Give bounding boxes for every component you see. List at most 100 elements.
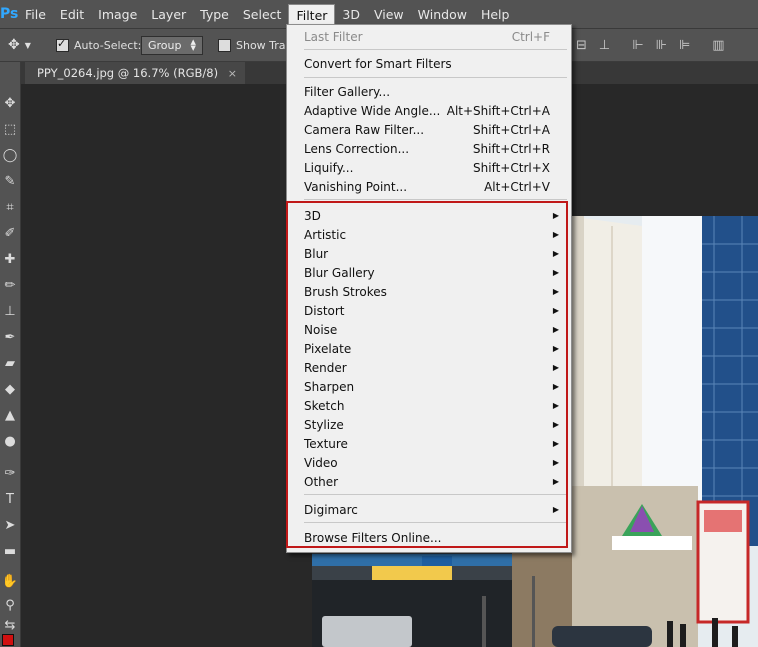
auto-select-label: Auto-Select: — [74, 38, 142, 52]
auto-select-checkbox[interactable]: Auto-Select: — [56, 29, 141, 61]
eyedropper-tool-icon[interactable]: ✐ — [0, 222, 20, 244]
submenu-video[interactable]: Video ▶ — [287, 453, 569, 472]
distribute-horizontal-icon[interactable]: ⊪ — [656, 38, 667, 53]
menu-separator — [304, 77, 567, 78]
auto-align-icon[interactable]: ▥ — [712, 38, 724, 53]
filter-menu: Last Filter Ctrl+F Convert for Smart Fil… — [286, 24, 572, 553]
menu-separator — [304, 49, 567, 50]
submenu-arrow-icon: ▶ — [552, 306, 559, 315]
marquee-tool-icon[interactable]: ⬚ — [0, 118, 20, 140]
submenu-pixelate[interactable]: Pixelate ▶ — [287, 339, 569, 358]
submenu-arrow-icon: ▶ — [552, 458, 559, 467]
menu-separator — [304, 199, 567, 200]
clone-stamp-tool-icon[interactable]: ⊥ — [0, 300, 20, 322]
menu-item-camera-raw-filter[interactable]: Camera Raw Filter... Shift+Ctrl+A — [287, 120, 569, 139]
menu-item-lens-correction[interactable]: Lens Correction... Shift+Ctrl+R — [287, 139, 569, 158]
hand-tool-icon[interactable]: ✋ — [0, 570, 20, 592]
menu-help[interactable]: Help — [474, 3, 517, 25]
move-tool-icon[interactable]: ✥ — [0, 92, 20, 114]
menu-separator — [304, 522, 567, 523]
menu-file[interactable]: File — [18, 3, 53, 25]
submenu-arrow-icon: ▶ — [552, 382, 559, 391]
submenu-stylize[interactable]: Stylize ▶ — [287, 415, 569, 434]
submenu-brush-strokes[interactable]: Brush Strokes ▶ — [287, 282, 569, 301]
checkbox-icon — [218, 38, 231, 52]
menu-item-last-filter[interactable]: Last Filter Ctrl+F — [287, 27, 569, 46]
submenu-other[interactable]: Other ▶ — [287, 472, 569, 491]
menu-edit[interactable]: Edit — [53, 3, 91, 25]
align-bottom-edges-icon[interactable]: ⊥ — [599, 38, 610, 53]
submenu-arrow-icon: ▶ — [552, 325, 559, 334]
menu-item-adaptive-wide-angle[interactable]: Adaptive Wide Angle... Alt+Shift+Ctrl+A — [287, 101, 569, 120]
submenu-arrow-icon: ▶ — [552, 439, 559, 448]
menu-select[interactable]: Select — [236, 3, 289, 25]
submenu-arrow-icon: ▶ — [552, 477, 559, 486]
rectangle-tool-icon[interactable]: ▬ — [0, 540, 20, 562]
swap-colors-icon[interactable]: ⇆ — [0, 614, 20, 636]
show-transform-label: Show Tran — [236, 38, 293, 52]
dodge-tool-icon[interactable]: ● — [0, 430, 20, 452]
document-tab[interactable]: PPY_0264.jpg @ 16.7% (RGB/8) × — [25, 62, 245, 84]
auto-select-dropdown[interactable]: Group ▲ ▼ — [141, 29, 203, 61]
document-title: PPY_0264.jpg @ 16.7% (RGB/8) — [37, 66, 219, 80]
distribute-right-icon[interactable]: ⊫ — [679, 38, 690, 53]
submenu-arrow-icon: ▶ — [552, 401, 559, 410]
menu-3d[interactable]: 3D — [335, 3, 367, 25]
paint-bucket-tool-icon[interactable]: ◆ — [0, 378, 20, 400]
type-tool-icon[interactable]: T — [0, 488, 20, 510]
submenu-blur-gallery[interactable]: Blur Gallery ▶ — [287, 263, 569, 282]
menu-item-liquify[interactable]: Liquify... Shift+Ctrl+X — [287, 158, 569, 177]
menu-item-browse-filters-online[interactable]: Browse Filters Online... — [287, 528, 569, 547]
menu-separator — [304, 494, 567, 495]
menu-item-convert-smart-filters[interactable]: Convert for Smart Filters — [287, 54, 569, 73]
submenu-texture[interactable]: Texture ▶ — [287, 434, 569, 453]
submenu-digimarc[interactable]: Digimarc ▶ — [287, 500, 569, 519]
menu-window[interactable]: Window — [411, 3, 474, 25]
distribute-left-icon[interactable]: ⊩ — [632, 38, 643, 53]
menu-item-filter-gallery[interactable]: Filter Gallery... — [287, 82, 569, 101]
menu-image[interactable]: Image — [91, 3, 144, 25]
quick-selection-tool-icon[interactable]: ✎ — [0, 170, 20, 192]
submenu-sketch[interactable]: Sketch ▶ — [287, 396, 569, 415]
align-vertical-centers-icon[interactable]: ⊟ — [576, 38, 587, 53]
move-tool-preset[interactable]: ✥ ▼ — [8, 29, 31, 61]
photoshop-logo: Ps — [0, 6, 18, 22]
move-tool-icon: ✥ — [8, 37, 20, 53]
submenu-distort[interactable]: Distort ▶ — [287, 301, 569, 320]
crop-tool-icon[interactable]: ⌗ — [0, 196, 20, 218]
submenu-arrow-icon: ▶ — [552, 211, 559, 220]
submenu-arrow-icon: ▶ — [552, 287, 559, 296]
foreground-color-swatch[interactable] — [2, 634, 14, 646]
history-brush-tool-icon[interactable]: ✒ — [0, 326, 20, 348]
submenu-arrow-icon: ▶ — [552, 363, 559, 372]
submenu-arrow-icon: ▶ — [552, 505, 559, 514]
submenu-arrow-icon: ▶ — [552, 249, 559, 258]
submenu-3d[interactable]: 3D ▶ — [287, 206, 569, 225]
submenu-render[interactable]: Render ▶ — [287, 358, 569, 377]
menu-type[interactable]: Type — [193, 3, 236, 25]
close-icon[interactable]: × — [228, 67, 237, 80]
lasso-tool-icon[interactable]: ◯ — [0, 144, 20, 166]
blur-tool-icon[interactable]: ▲ — [0, 404, 20, 426]
menu-item-vanishing-point[interactable]: Vanishing Point... Alt+Ctrl+V — [287, 177, 569, 196]
submenu-arrow-icon: ▶ — [552, 230, 559, 239]
menu-layer[interactable]: Layer — [144, 3, 193, 25]
submenu-blur[interactable]: Blur ▶ — [287, 244, 569, 263]
chevron-down-icon: ▼ — [24, 40, 31, 50]
eraser-tool-icon[interactable]: ▰ — [0, 352, 20, 374]
zoom-tool-icon[interactable]: ⚲ — [0, 594, 20, 616]
align-buttons: ⊟ ⊥ ⊩ ⊪ ⊫ ▥ — [576, 29, 725, 61]
submenu-arrow-icon: ▶ — [552, 344, 559, 353]
path-selection-tool-icon[interactable]: ➤ — [0, 514, 20, 536]
submenu-arrow-icon: ▶ — [552, 420, 559, 429]
healing-brush-tool-icon[interactable]: ✚ — [0, 248, 20, 270]
menu-view[interactable]: View — [367, 3, 411, 25]
submenu-sharpen[interactable]: Sharpen ▶ — [287, 377, 569, 396]
submenu-noise[interactable]: Noise ▶ — [287, 320, 569, 339]
brush-tool-icon[interactable]: ✏ — [0, 274, 20, 296]
show-transform-checkbox[interactable]: Show Tran — [218, 29, 293, 61]
checkbox-icon — [56, 37, 69, 52]
pen-tool-icon[interactable]: ✑ — [0, 462, 20, 484]
submenu-artistic[interactable]: Artistic ▶ — [287, 225, 569, 244]
tools-panel: ✥ ⬚ ◯ ✎ ⌗ ✐ ✚ ✏ ⊥ ✒ ▰ ◆ ▲ ● ✑ T ➤ ▬ ✋ ⚲ … — [0, 62, 21, 647]
